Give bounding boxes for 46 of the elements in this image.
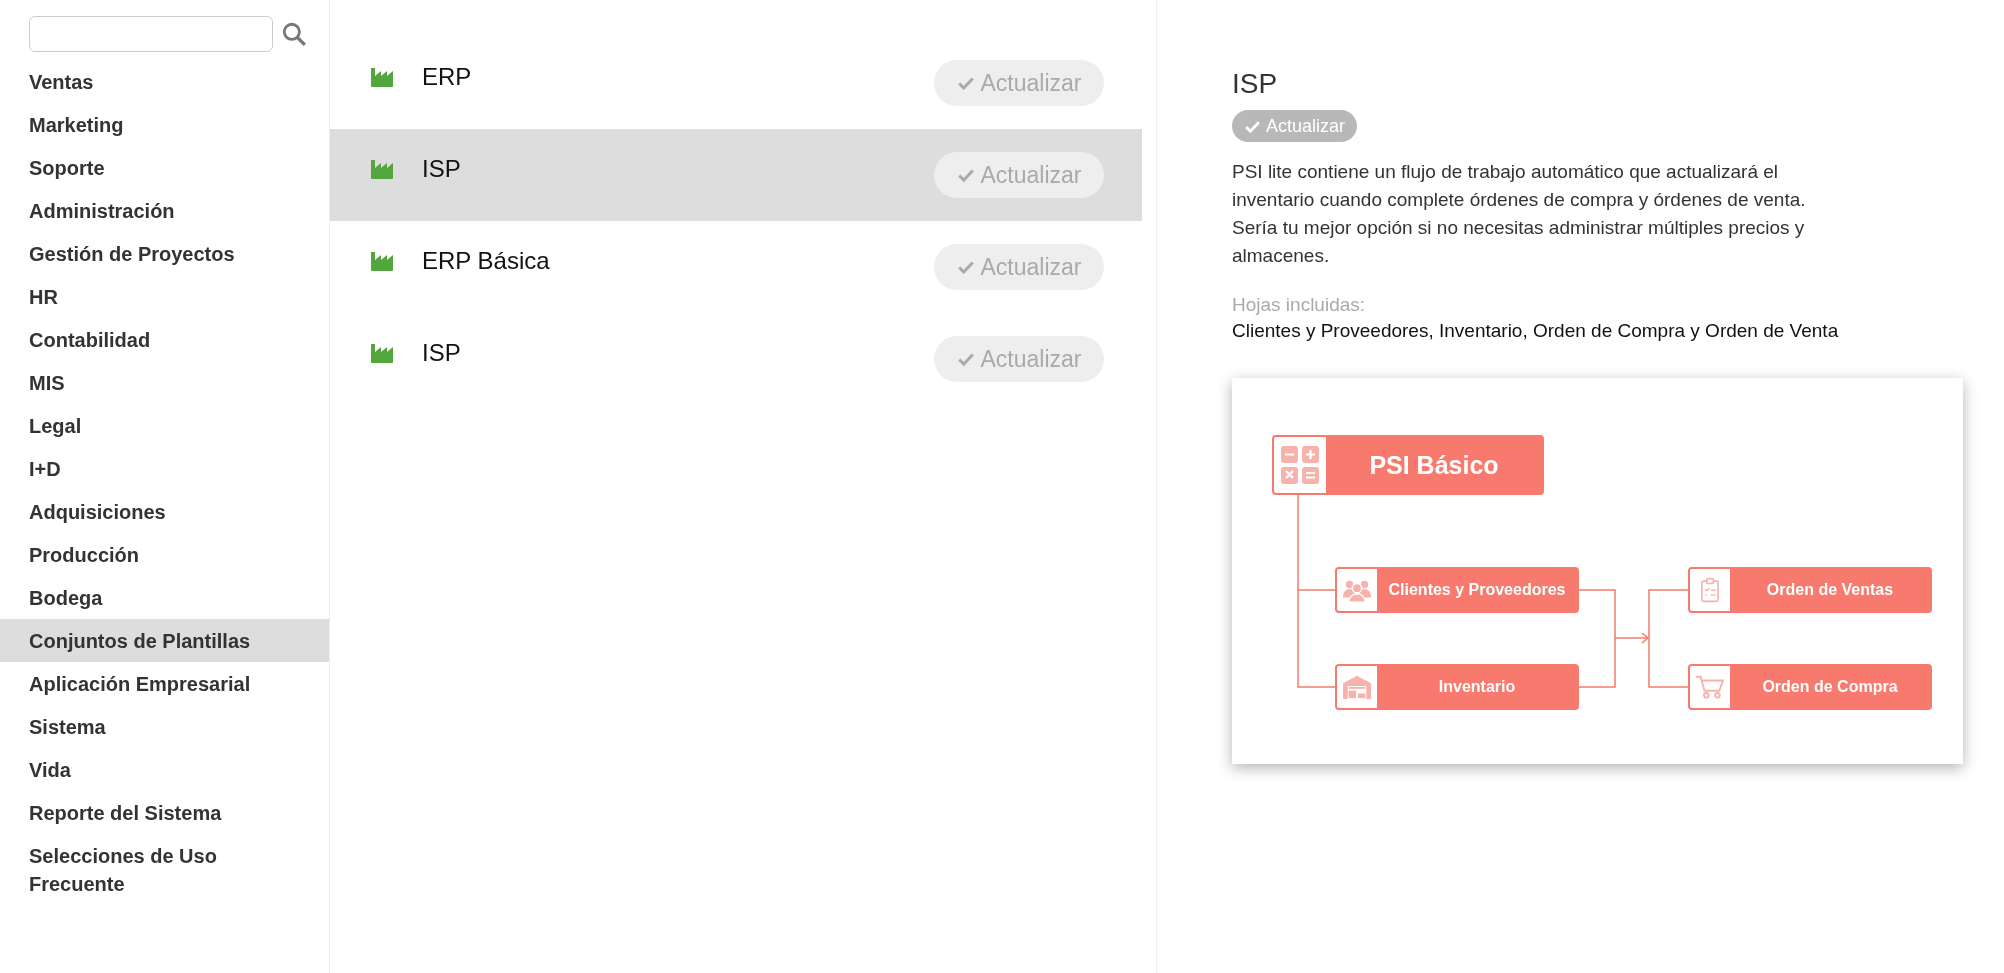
template-name: ISP (422, 339, 462, 367)
template-name: ERP (422, 63, 473, 91)
sidebar-item[interactable]: Adquisiciones (0, 490, 329, 533)
sidebar-item[interactable]: Conjuntos de Plantillas (0, 619, 329, 662)
factory-icon (370, 251, 394, 271)
sheets-label: Hojas incluidas: (1232, 293, 1367, 317)
sidebar-item[interactable]: Sistema (0, 705, 329, 748)
template-row[interactable]: ISP Actualizar (330, 313, 1142, 405)
sidebar-item[interactable]: HR (0, 275, 329, 318)
sidebar-item[interactable]: Gestión de Proyectos (0, 232, 329, 275)
sidebar-item[interactable]: Legal (0, 404, 329, 447)
node-label: Orden de Ventas (1766, 581, 1894, 599)
cart-icon (1695, 674, 1725, 700)
search-icon[interactable] (281, 21, 307, 47)
sidebar-item[interactable]: Reporte del Sistema (0, 791, 329, 834)
template-row[interactable]: ISP Actualizar (330, 129, 1142, 221)
node-label: Inventario (1438, 678, 1516, 696)
description-text: PSI lite contiene un flujo de trabajo automático que actualizará el inventario cuando complete órdenes de compra y órdenes de venta. Sería tu mejor opción si no necesitas administrar múltiples precios y almacenes. (1232, 160, 1807, 268)
template-row[interactable]: ERP Básica Actualizar (330, 221, 1142, 313)
sidebar-item[interactable]: Marketing (0, 103, 329, 146)
template-name: ISP (422, 155, 462, 183)
sidebar-item[interactable]: Aplicación Empresarial (0, 662, 329, 705)
factory-icon (370, 67, 394, 87)
factory-icon (370, 159, 394, 179)
arrow-line (1614, 632, 1650, 644)
sidebar-item[interactable]: Soporte (0, 146, 329, 189)
calculator-icon (1280, 445, 1320, 485)
node-label: Orden de Compra (1762, 678, 1898, 696)
sidebar-item[interactable]: Vida (0, 748, 329, 791)
sidebar-item[interactable]: I+D (0, 447, 329, 490)
sidebar-item[interactable]: Selecciones de Uso Frecuente (0, 834, 329, 905)
sidebar-item[interactable]: Contabilidad (0, 318, 329, 361)
warehouse-icon (1342, 674, 1372, 700)
node-label: PSI Básico (1369, 450, 1499, 480)
node-label: Clientes y Proveedores (1388, 581, 1566, 599)
template-row[interactable]: ERP Actualizar (330, 37, 1142, 129)
template-name: ERP Básica (422, 247, 551, 275)
sidebar-item[interactable]: Producción (0, 533, 329, 576)
template-title: ISP (1232, 68, 1279, 100)
factory-icon (370, 343, 394, 363)
sidebar-item[interactable]: Ventas (0, 60, 329, 103)
sidebar-item[interactable]: MIS (0, 361, 329, 404)
sidebar-item[interactable]: Bodega (0, 576, 329, 619)
sidebar-item[interactable]: Administración (0, 189, 329, 232)
search-field[interactable] (29, 16, 273, 52)
sheets-list: Clientes y Proveedores, Inventario, Orden de Compra y Orden de Venta (1232, 318, 2004, 344)
